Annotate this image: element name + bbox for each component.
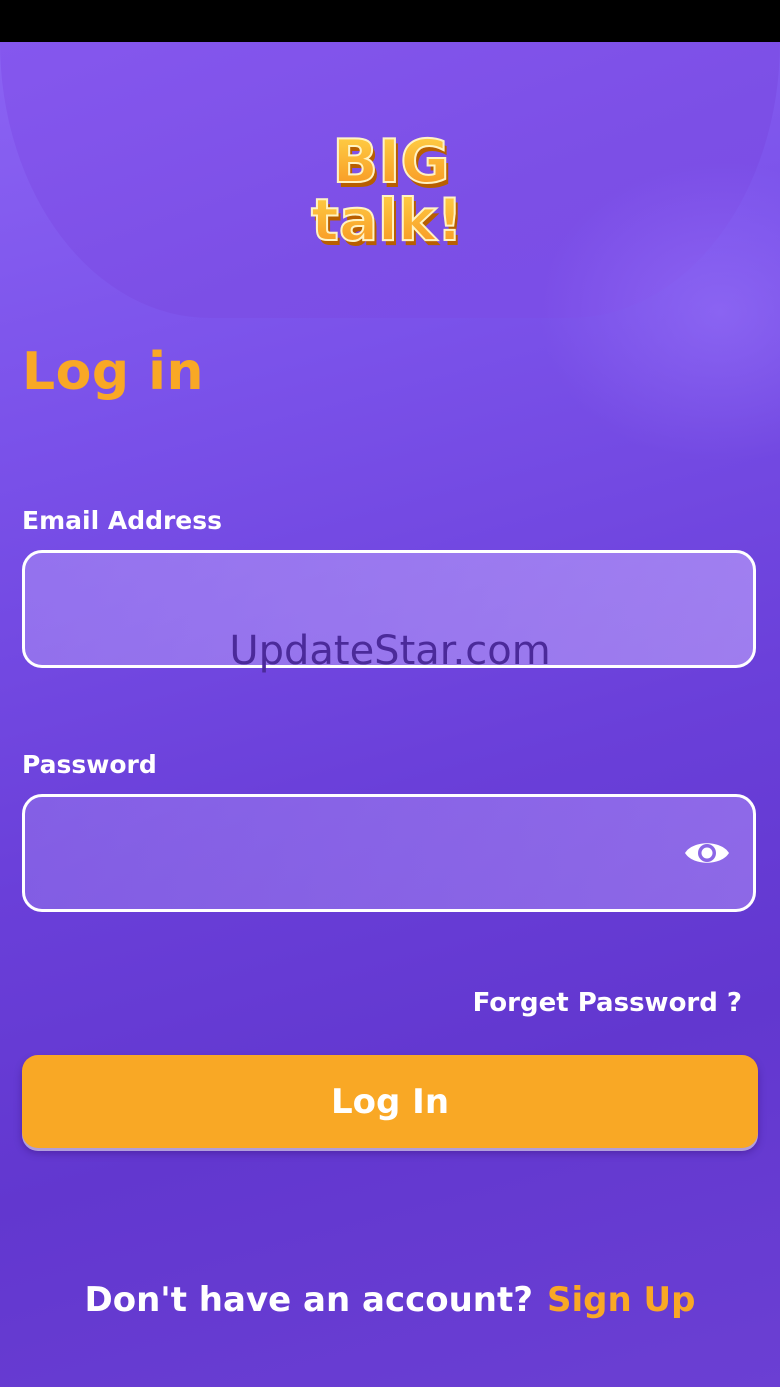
signup-row: Don't have an account? Sign Up <box>0 1280 780 1320</box>
login-button[interactable]: Log In <box>22 1055 758 1148</box>
svg-text:talk!: talk! <box>311 186 463 250</box>
login-screen: BIG BIG talk! talk! Log in Email Address… <box>0 42 780 1387</box>
page-title: Log in <box>22 342 205 402</box>
forgot-password-link[interactable]: Forget Password ? <box>473 988 742 1018</box>
password-label: Password <box>22 750 157 779</box>
email-label: Email Address <box>22 506 223 535</box>
password-field-container <box>22 794 756 912</box>
big-talk-logo: BIG BIG talk! talk! <box>310 126 466 250</box>
eye-icon[interactable] <box>683 835 731 871</box>
signup-prompt: Don't have an account? <box>84 1280 533 1320</box>
watermark: UpdateStar.com <box>229 628 551 674</box>
status-bar <box>0 0 780 42</box>
signup-link[interactable]: Sign Up <box>547 1280 695 1320</box>
password-field[interactable] <box>25 797 753 909</box>
